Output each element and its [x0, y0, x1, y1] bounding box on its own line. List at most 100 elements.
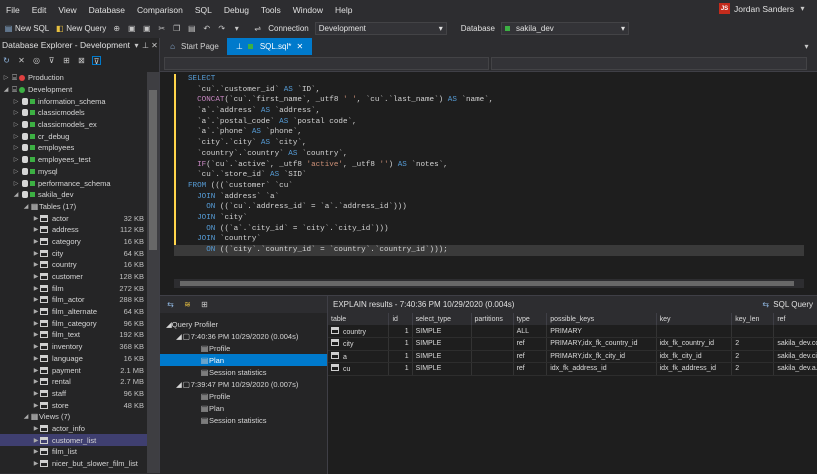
chevron-right-icon[interactable]: ▶ — [32, 296, 40, 303]
tree-table[interactable]: ▶ film_text 192 KB — [0, 329, 148, 341]
tree-table[interactable]: ▶ film_actor 288 KB — [0, 294, 148, 306]
pin-icon[interactable]: ▾ — [132, 41, 141, 50]
tree-database[interactable]: ▷ cr_debug — [0, 130, 148, 142]
chevron-right-icon[interactable]: ▷ — [12, 98, 20, 105]
filter-active-icon[interactable]: ⊽ — [92, 55, 101, 66]
tree-table[interactable]: ▶ film_alternate 64 KB — [0, 306, 148, 318]
tree-table[interactable]: ▶ city 64 KB — [0, 247, 148, 259]
tree-view[interactable]: ▶ nicer_but_slower_film_list — [0, 458, 148, 470]
tree-database[interactable]: ▷ classicmodels_ex — [0, 119, 148, 131]
explorer-scrollbar[interactable] — [147, 72, 159, 473]
chevron-right-icon[interactable]: ▶ — [32, 238, 40, 245]
menu-comparison[interactable]: Comparison — [131, 5, 189, 15]
table-row[interactable]: city 1 SIMPLE ref PRIMARY,idx_fk_country_id i… — [328, 337, 817, 351]
menu-sql[interactable]: SQL — [189, 5, 218, 15]
tree-table[interactable]: ▶ payment 2.1 MB — [0, 364, 148, 376]
chevron-right-icon[interactable]: ▶ — [32, 331, 40, 338]
profiler-item[interactable]: ▤ Session statistics — [160, 366, 327, 378]
tree-view[interactable]: ▶ customer_list — [0, 434, 148, 446]
layout-icon[interactable]: ⊞ — [200, 300, 209, 309]
tree-table[interactable]: ▶ store 48 KB — [0, 399, 148, 411]
table-row[interactable]: a 1 SIMPLE ref PRIMARY,idx_fk_city_id idx_fk_… — [328, 350, 817, 363]
column-header[interactable]: partitions — [471, 313, 514, 325]
column-header[interactable]: table — [328, 313, 390, 325]
disconnect-icon[interactable]: ⊠ — [77, 56, 86, 65]
chevron-right-icon[interactable]: ▶ — [32, 273, 40, 280]
chevron-right-icon[interactable]: ▶ — [32, 226, 40, 233]
tree-tables-folder[interactable]: ◢ ▦ Tables (17) — [0, 201, 148, 213]
chevron-right-icon[interactable]: ▶ — [32, 320, 40, 327]
profiler-run[interactable]: ◢ ▢ 7:39:47 PM 10/29/2020 (0.007s) — [160, 378, 327, 390]
menu-file[interactable]: File — [0, 5, 26, 15]
chevron-down-icon[interactable]: ◢ — [22, 203, 30, 210]
chevron-right-icon[interactable]: ▶ — [32, 250, 40, 257]
database-select[interactable]: sakila_dev ▾ — [500, 22, 629, 35]
tree-table[interactable]: ▶ country 16 KB — [0, 259, 148, 271]
member-nav-select[interactable] — [491, 57, 807, 70]
column-header[interactable]: id — [388, 313, 413, 325]
tree-table[interactable]: ▶ staff 96 KB — [0, 388, 148, 400]
chevron-down-icon[interactable]: ◢ — [12, 191, 20, 198]
save-all-icon[interactable]: ▣ — [142, 24, 151, 33]
chevron-right-icon[interactable]: ▶ — [32, 402, 40, 409]
tree-table[interactable]: ▶ rental 2.7 MB — [0, 376, 148, 388]
tree-table[interactable]: ▶ customer 128 KB — [0, 271, 148, 283]
copy-icon[interactable]: ❐ — [172, 24, 181, 33]
tree-table[interactable]: ▶ address 112 KB — [0, 224, 148, 236]
chevron-right-icon[interactable]: ▶ — [32, 378, 40, 385]
refresh-icon[interactable]: ↻ — [2, 56, 11, 65]
new-query-button[interactable]: ◧ New Query — [55, 24, 106, 33]
chevron-right-icon[interactable]: ▷ — [12, 144, 20, 151]
tree-table[interactable]: ▶ inventory 368 KB — [0, 341, 148, 353]
profiler-item[interactable]: ▤ Plan — [160, 402, 327, 414]
tree-view[interactable]: ▶ actor_info — [0, 423, 148, 435]
cut-icon[interactable]: ✂ — [157, 24, 166, 33]
filter-icon[interactable]: ⊽ — [47, 56, 56, 65]
new-connection-icon[interactable]: ⊞ — [62, 56, 71, 65]
profiler-icon[interactable]: ⇆ — [166, 300, 175, 309]
chevron-right-icon[interactable]: ▶ — [32, 460, 40, 467]
tree-database[interactable]: ◢ sakila_dev — [0, 189, 148, 201]
table-row[interactable]: cu 1 SIMPLE ref idx_fk_address_id idx_fk_addr… — [328, 362, 817, 376]
sql-editor[interactable]: SELECT `cu`.`customer_id` AS `ID`, CONCA… — [160, 55, 817, 295]
tree-server-production[interactable]: ▷ ⌸ Production — [0, 72, 148, 84]
tree-server-development[interactable]: ◢ ⌸ Development — [0, 84, 148, 96]
tree-table[interactable]: ▶ category 16 KB — [0, 236, 148, 248]
tree-view[interactable]: ▶ film_list — [0, 446, 148, 458]
tree-database[interactable]: ▷ employees — [0, 142, 148, 154]
tree-database[interactable]: ▷ mysql — [0, 166, 148, 178]
menu-edit[interactable]: Edit — [26, 5, 53, 15]
paste-icon[interactable]: ▤ — [187, 24, 196, 33]
column-header[interactable]: ref — [773, 313, 817, 325]
chevron-right-icon[interactable]: ▶ — [32, 437, 40, 444]
close-icon[interactable]: ✕ — [295, 42, 304, 51]
chevron-right-icon[interactable]: ▷ — [12, 109, 20, 116]
tab-sql[interactable]: ⊥ SQL.sql* ✕ — [226, 38, 313, 55]
redo-icon[interactable]: ↷ — [217, 24, 226, 33]
chevron-right-icon[interactable]: ▷ — [2, 74, 10, 81]
chevron-right-icon[interactable]: ▷ — [12, 121, 20, 128]
tab-start-page[interactable]: ⌂ Start Page — [160, 38, 227, 55]
chevron-right-icon[interactable]: ▶ — [32, 367, 40, 374]
add-icon[interactable]: ⊕ — [112, 24, 121, 33]
tree-table[interactable]: ▶ actor 32 KB — [0, 212, 148, 224]
chevron-right-icon[interactable]: ▶ — [32, 215, 40, 222]
pin-icon[interactable]: ⊥ — [141, 41, 150, 50]
chevron-right-icon[interactable]: ▶ — [32, 448, 40, 455]
column-header[interactable]: key — [656, 313, 733, 325]
chevron-right-icon[interactable]: ▶ — [32, 390, 40, 397]
chevron-right-icon[interactable]: ▶ — [32, 285, 40, 292]
user-account[interactable]: JS Jordan Sanders ▾ — [718, 3, 807, 14]
menu-database[interactable]: Database — [83, 5, 131, 15]
chevron-down-icon[interactable]: ◢ — [22, 413, 30, 420]
chevron-right-icon[interactable]: ▶ — [32, 355, 40, 362]
chevron-right-icon[interactable]: ▶ — [32, 261, 40, 268]
tree-table[interactable]: ▶ film_category 96 KB — [0, 317, 148, 329]
tree-database[interactable]: ▷ information_schema — [0, 95, 148, 107]
column-header[interactable]: select_type — [412, 313, 472, 325]
column-header[interactable]: possible_keys — [546, 313, 657, 325]
tab-list-icon[interactable]: ▾ — [802, 42, 811, 51]
delete-icon[interactable]: ✕ — [17, 56, 26, 65]
more-icon[interactable]: ▾ — [232, 24, 241, 33]
object-nav-select[interactable] — [164, 57, 489, 70]
